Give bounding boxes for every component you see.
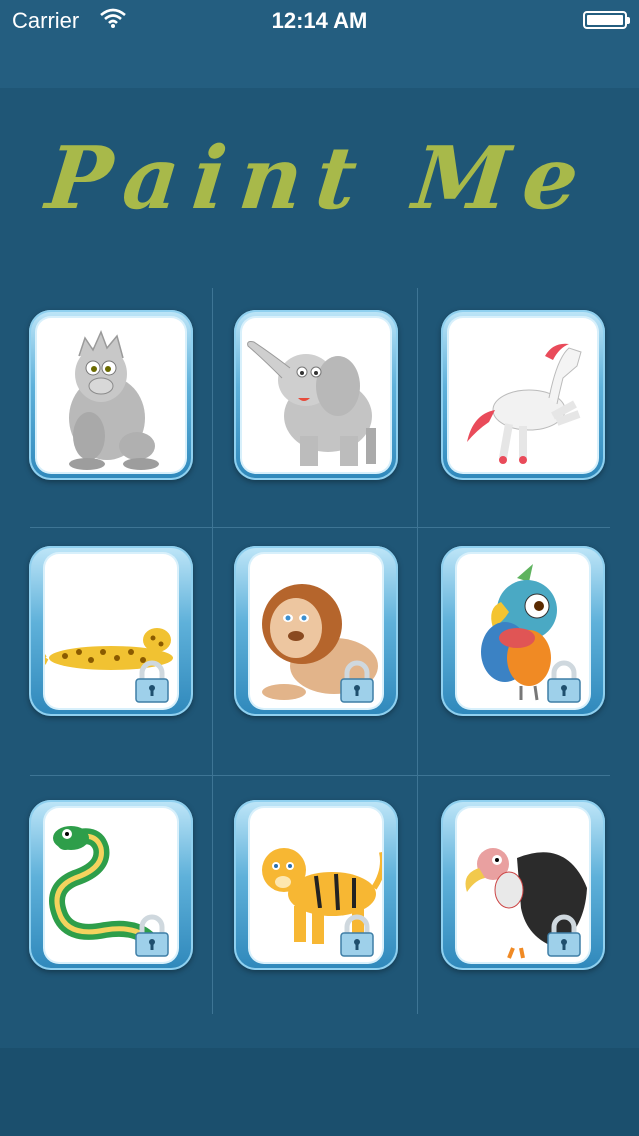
- tile-tiger[interactable]: [234, 800, 398, 970]
- lock-icon: [340, 660, 374, 703]
- tile-card: [449, 318, 597, 472]
- tile-card: [250, 554, 382, 708]
- tile-horse[interactable]: [441, 310, 605, 480]
- lock-icon: [547, 914, 581, 957]
- bottom-bar: [0, 1048, 639, 1136]
- grid-divider: [212, 288, 213, 1014]
- app-title: Paint Me: [41, 128, 598, 229]
- tile-card: [242, 318, 390, 472]
- lock-icon: [135, 914, 169, 957]
- tile-vulture[interactable]: [441, 800, 605, 970]
- grid-divider: [30, 527, 610, 528]
- horse-image: [467, 343, 582, 464]
- elephant-image: [247, 341, 376, 466]
- tile-lion[interactable]: [234, 546, 398, 716]
- tile-card: [45, 554, 177, 708]
- lock-icon: [547, 660, 581, 703]
- gorilla-image: [69, 330, 159, 470]
- tile-card: [457, 808, 589, 962]
- grid-divider: [30, 775, 610, 776]
- tile-card: [457, 554, 589, 708]
- lock-icon: [340, 914, 374, 957]
- tile-elephant[interactable]: [234, 310, 398, 480]
- tile-leopard[interactable]: [29, 546, 193, 716]
- tile-card: [250, 808, 382, 962]
- lock-icon: [135, 660, 169, 703]
- clock-time: 12:14 AM: [271, 8, 368, 33]
- tile-card: [37, 318, 185, 472]
- grid-divider: [417, 288, 418, 1014]
- tile-gorilla[interactable]: [29, 310, 193, 480]
- tile-parrot[interactable]: [441, 546, 605, 716]
- tile-snake[interactable]: [29, 800, 193, 970]
- status-bar: Carrier 12:14 AM: [0, 0, 639, 40]
- tile-card: [45, 808, 177, 962]
- battery-icon: [583, 11, 630, 29]
